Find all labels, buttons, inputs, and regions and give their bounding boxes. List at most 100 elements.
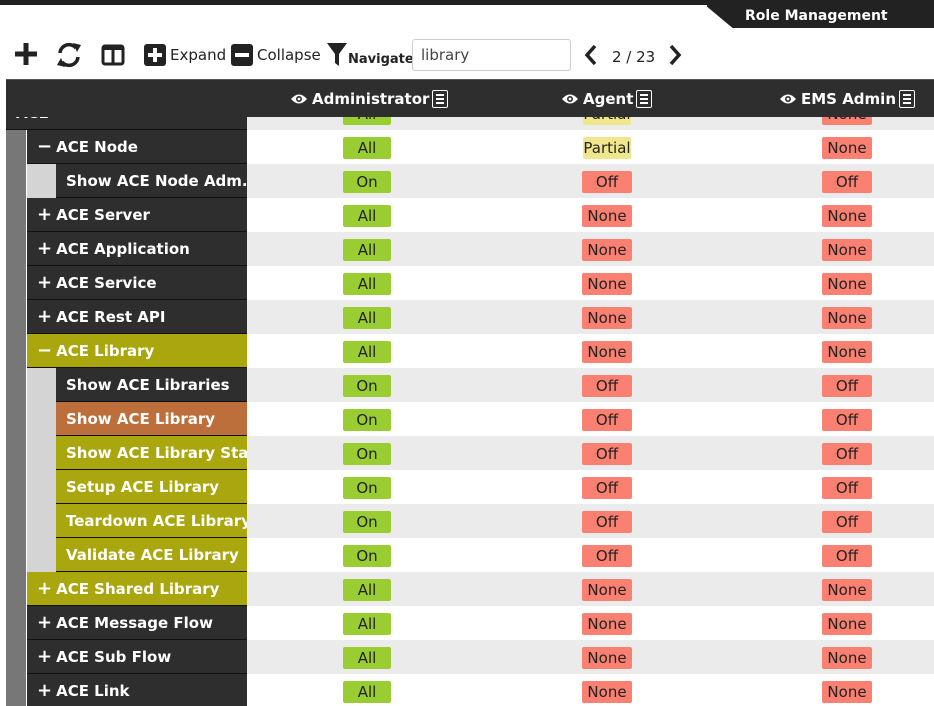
table-row[interactable]: Teardown ACE Library On Off Off <box>6 504 934 538</box>
table-row[interactable]: Validate ACE Library On Off Off <box>6 538 934 572</box>
permission-badge[interactable]: None <box>822 307 872 329</box>
permission-badge[interactable]: Off <box>822 171 872 193</box>
permission-badge[interactable]: None <box>822 137 872 159</box>
permission-badge[interactable]: Off <box>582 375 632 397</box>
row-name-cell[interactable]: Teardown ACE Library <box>56 504 247 538</box>
permission-badge[interactable]: All <box>343 579 391 601</box>
permission-badge[interactable]: Off <box>822 545 872 567</box>
prev-page-button[interactable] <box>584 44 598 66</box>
permission-badge[interactable]: None <box>582 681 632 703</box>
permission-badge[interactable]: All <box>343 647 391 669</box>
permission-badge[interactable]: All <box>343 273 391 295</box>
permission-badge[interactable]: On <box>343 511 391 533</box>
permission-badge[interactable]: Off <box>822 477 872 499</box>
permission-badge[interactable]: All <box>343 307 391 329</box>
next-page-button[interactable] <box>668 44 682 66</box>
permission-badge[interactable]: Off <box>822 443 872 465</box>
add-button[interactable] <box>14 42 38 66</box>
permission-badge[interactable]: Off <box>822 511 872 533</box>
eye-icon[interactable] <box>290 93 308 105</box>
eye-icon[interactable] <box>779 93 797 105</box>
table-row[interactable]: + ACE Shared Library All None None <box>6 572 934 606</box>
permission-badge[interactable]: None <box>582 239 632 261</box>
permission-badge[interactable]: None <box>822 681 872 703</box>
permission-badge[interactable]: On <box>343 443 391 465</box>
row-name-cell[interactable]: + ACE Sub Flow <box>27 640 247 674</box>
permission-badge[interactable]: Off <box>582 409 632 431</box>
row-name-cell[interactable]: + ACE Server <box>27 198 247 232</box>
columns-button[interactable] <box>101 44 125 66</box>
permission-badge[interactable]: Off <box>822 409 872 431</box>
row-name-cell[interactable]: Show ACE Library <box>56 402 247 436</box>
table-row[interactable]: Show ACE Libraries On Off Off <box>6 368 934 402</box>
expand-row-icon[interactable]: + <box>37 680 52 701</box>
permission-badge[interactable]: None <box>822 647 872 669</box>
permission-badge[interactable]: All <box>343 681 391 703</box>
permission-badge[interactable]: All <box>343 205 391 227</box>
expand-row-icon[interactable]: + <box>37 612 52 633</box>
eye-icon[interactable] <box>561 93 579 105</box>
row-name-cell[interactable]: + ACE Link <box>27 674 247 706</box>
permission-badge[interactable]: On <box>343 409 391 431</box>
permission-badge[interactable]: Partial <box>583 137 631 159</box>
row-name-cell[interactable]: + ACE Application <box>27 232 247 266</box>
expand-row-icon[interactable]: + <box>37 272 52 293</box>
table-row[interactable]: Show ACE Library Sta... On Off Off <box>6 436 934 470</box>
table-row[interactable]: + ACE Message Flow All None None <box>6 606 934 640</box>
permission-badge[interactable]: None <box>582 341 632 363</box>
expand-row-icon[interactable]: + <box>37 646 52 667</box>
menu-icon[interactable] <box>636 89 653 108</box>
row-name-cell[interactable]: + ACE Message Flow <box>27 606 247 640</box>
table-row[interactable]: − ACE Node All Partial None <box>6 130 934 164</box>
table-row[interactable]: + ACE Sub Flow All None None <box>6 640 934 674</box>
permission-badge[interactable]: Off <box>582 511 632 533</box>
permission-badge[interactable]: All <box>343 613 391 635</box>
table-row[interactable]: Show ACE Library On Off Off <box>6 402 934 436</box>
expand-row-icon[interactable]: + <box>37 204 52 225</box>
permission-badge[interactable]: All <box>343 341 391 363</box>
row-name-cell[interactable]: Validate ACE Library <box>56 538 247 572</box>
permission-badge[interactable]: Off <box>582 545 632 567</box>
permission-badge[interactable]: None <box>822 579 872 601</box>
permission-badge[interactable]: None <box>582 613 632 635</box>
row-name-cell[interactable]: − ACE Node <box>27 130 247 164</box>
row-name-cell[interactable]: + ACE Service <box>27 266 247 300</box>
search-input[interactable] <box>412 39 571 71</box>
permission-badge[interactable]: None <box>822 239 872 261</box>
navigate-button[interactable]: Navigate <box>326 42 414 68</box>
permission-badge[interactable]: On <box>343 171 391 193</box>
permission-badge[interactable]: None <box>822 205 872 227</box>
permission-badge[interactable]: None <box>582 273 632 295</box>
permission-badge[interactable]: Off <box>582 171 632 193</box>
permission-badge[interactable]: None <box>822 613 872 635</box>
menu-icon[interactable] <box>899 89 915 108</box>
table-row[interactable]: Setup ACE Library On Off Off <box>6 470 934 504</box>
refresh-button[interactable] <box>55 42 83 68</box>
expand-row-icon[interactable]: + <box>37 306 52 327</box>
row-name-cell[interactable]: + ACE Rest API <box>27 300 247 334</box>
table-row[interactable]: + ACE Service All None None <box>6 266 934 300</box>
table-row[interactable]: + ACE Link All None None <box>6 674 934 706</box>
table-row[interactable]: − ACE Library All None None <box>6 334 934 368</box>
row-name-cell[interactable]: Show ACE Libraries <box>56 368 247 402</box>
expand-row-icon[interactable]: + <box>37 578 52 599</box>
column-header-agent[interactable]: Agent <box>561 80 653 117</box>
row-name-cell[interactable]: Show ACE Node Adm... <box>56 164 247 198</box>
permission-badge[interactable]: Off <box>582 477 632 499</box>
row-name-cell[interactable]: − ACE Library <box>27 334 247 368</box>
permission-badge[interactable]: None <box>582 579 632 601</box>
table-row[interactable]: Show ACE Node Adm... On Off Off <box>6 164 934 198</box>
permission-badge[interactable]: None <box>582 307 632 329</box>
permission-badge[interactable]: None <box>582 205 632 227</box>
permission-badge[interactable]: On <box>343 477 391 499</box>
permission-badge[interactable]: None <box>822 273 872 295</box>
table-row[interactable]: + ACE Rest API All None None <box>6 300 934 334</box>
permission-badge[interactable]: None <box>822 341 872 363</box>
permission-badge[interactable]: Off <box>822 375 872 397</box>
column-header-administrator[interactable]: Administrator <box>290 80 449 117</box>
permission-badge[interactable]: Off <box>582 443 632 465</box>
column-header-ems-admin[interactable]: EMS Admin <box>779 80 915 117</box>
row-name-cell[interactable]: Setup ACE Library <box>56 470 247 504</box>
permission-badge[interactable]: On <box>343 545 391 567</box>
permission-badge[interactable]: All <box>343 239 391 261</box>
